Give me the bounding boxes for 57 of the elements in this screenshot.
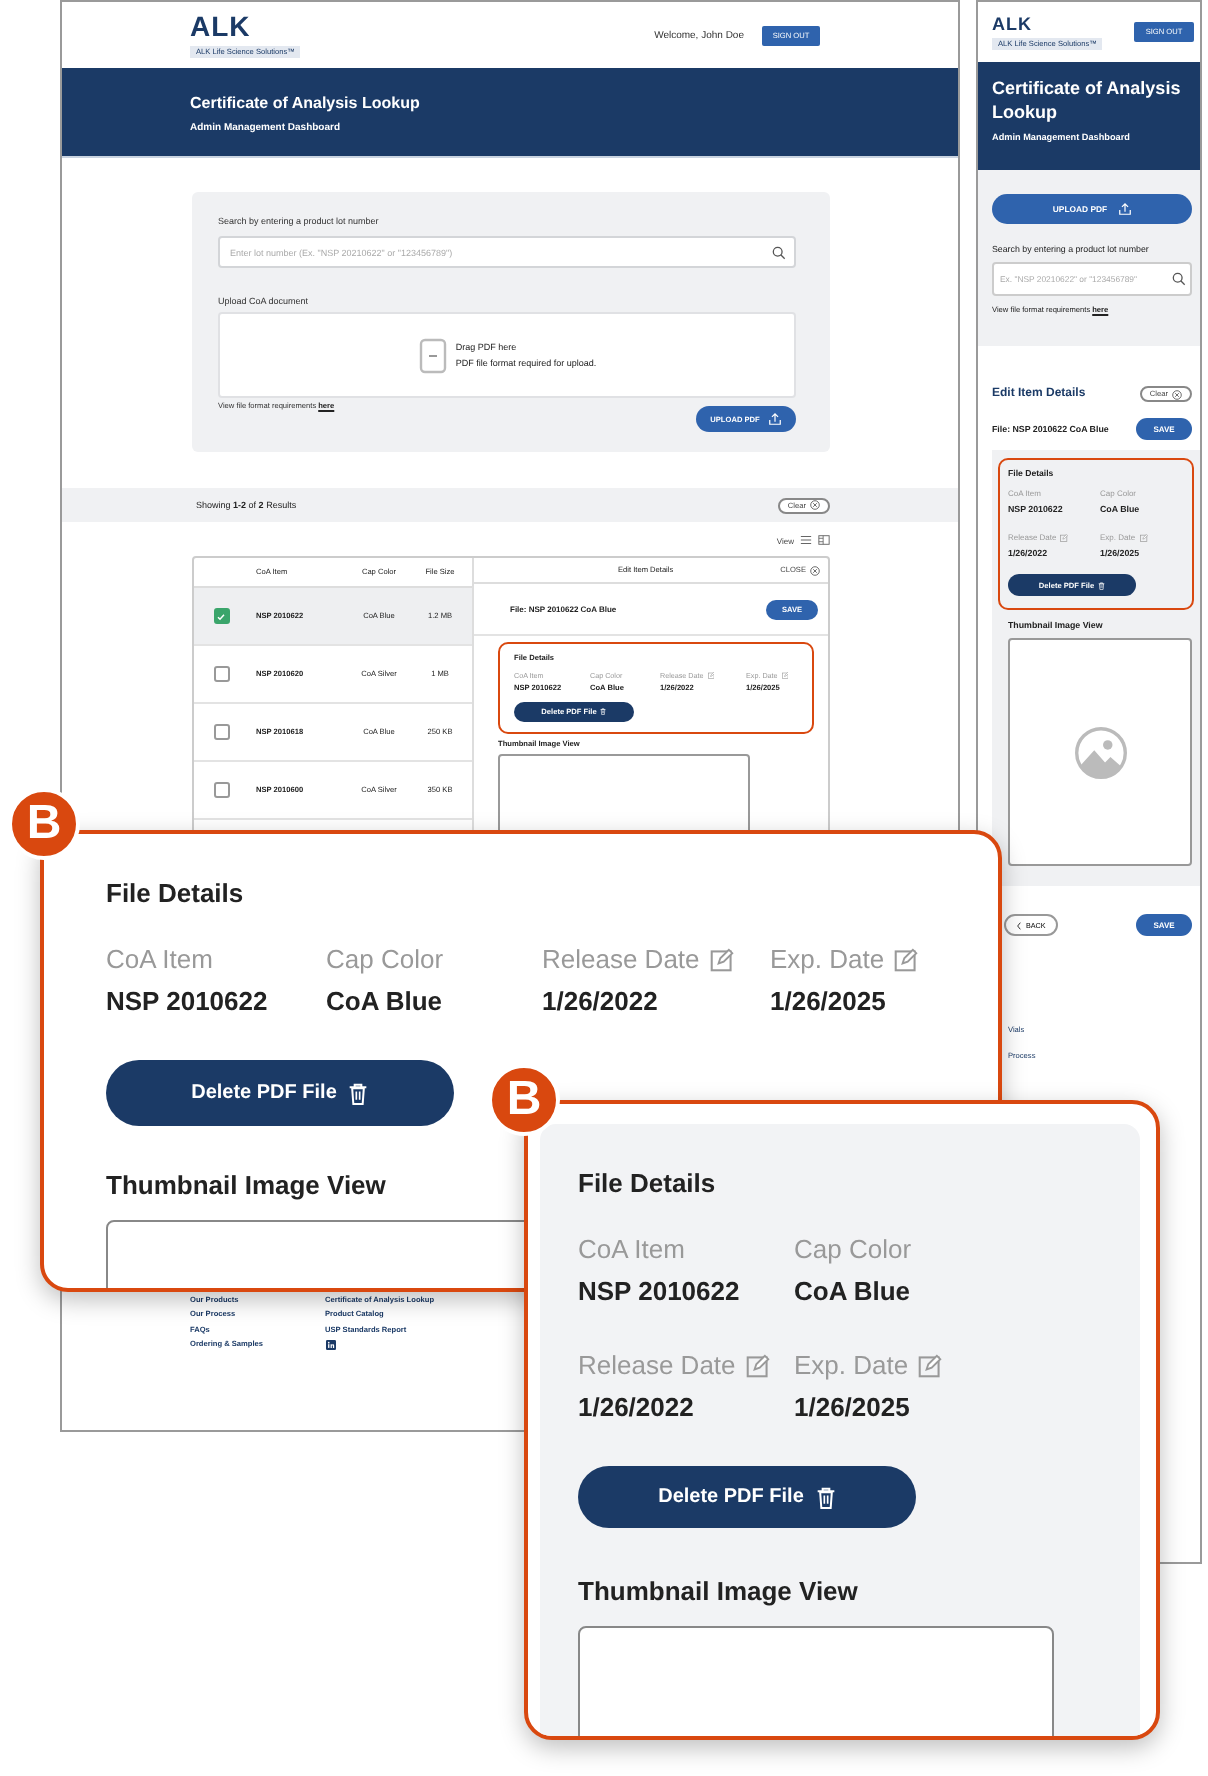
field-value: CoA Blue <box>794 1276 911 1306</box>
trash-icon <box>1098 581 1106 589</box>
field-value: CoA Blue <box>326 986 443 1016</box>
field-label: CoA Item <box>578 1234 685 1264</box>
edit-icon[interactable] <box>745 1353 770 1377</box>
delete-button[interactable]: Delete PDF File <box>578 1466 916 1528</box>
delete-button[interactable]: Delete PDF File <box>106 1060 454 1126</box>
edit-icon[interactable] <box>1060 533 1069 541</box>
section-title: Thumbnail Image View <box>578 1576 858 1606</box>
checkbox[interactable] <box>213 782 229 798</box>
edit-icon[interactable] <box>918 1353 943 1377</box>
checkbox[interactable] <box>213 724 229 740</box>
edit-icon[interactable] <box>707 672 715 680</box>
callout-badge: B <box>8 788 80 860</box>
page-title: Certificate of Analysis Lookup <box>190 94 422 112</box>
field-label: Release Date <box>542 944 700 974</box>
image-placeholder-icon <box>1073 725 1127 779</box>
logo: ALK <box>992 15 1032 33</box>
trash-icon <box>815 1485 836 1509</box>
close-icon <box>1172 389 1182 399</box>
edit-icon[interactable] <box>894 947 919 971</box>
checkbox[interactable] <box>213 608 229 624</box>
chevron-icon <box>1016 921 1022 929</box>
field-label: Cap Color <box>794 1234 912 1264</box>
field-label: Exp. Date <box>794 1350 909 1380</box>
field-label: Exp. Date <box>770 944 885 974</box>
field-value: NSP 2010622 <box>578 1276 740 1306</box>
close-icon <box>810 500 820 510</box>
search-icon[interactable] <box>1172 272 1186 286</box>
upload-icon <box>1117 202 1132 216</box>
field-value: 1/26/2022 <box>542 986 658 1016</box>
field-label: CoA Item <box>106 944 213 974</box>
trash-icon <box>600 708 607 716</box>
section-title: File Details <box>578 1168 718 1198</box>
file-icon <box>417 337 448 373</box>
field-value: 1/26/2022 <box>578 1392 694 1422</box>
upload-icon <box>767 412 782 426</box>
trash-icon <box>348 1081 369 1105</box>
section-title: Thumbnail Image View <box>106 1170 386 1200</box>
split-view-icon[interactable] <box>818 534 830 546</box>
close-icon <box>810 565 820 576</box>
section-title: File Details <box>106 878 246 908</box>
search-icon[interactable] <box>772 245 786 259</box>
field-label: Cap Color <box>326 944 444 974</box>
edit-icon[interactable] <box>781 672 789 680</box>
field-value: 1/26/2025 <box>794 1392 910 1422</box>
linkedin-icon[interactable] <box>325 1340 336 1350</box>
list-view-icon[interactable] <box>800 534 812 546</box>
checkbox[interactable] <box>213 666 229 682</box>
page-title: Certificate of Analysis Lookup <box>992 76 1183 124</box>
field-value: 1/26/2025 <box>770 986 886 1016</box>
field-label: Release Date <box>578 1350 736 1380</box>
edit-icon[interactable] <box>1139 533 1148 541</box>
field-value: NSP 2010622 <box>106 986 268 1016</box>
logo: ALK <box>190 13 251 39</box>
check-icon <box>216 611 226 621</box>
edit-icon[interactable] <box>709 947 734 971</box>
